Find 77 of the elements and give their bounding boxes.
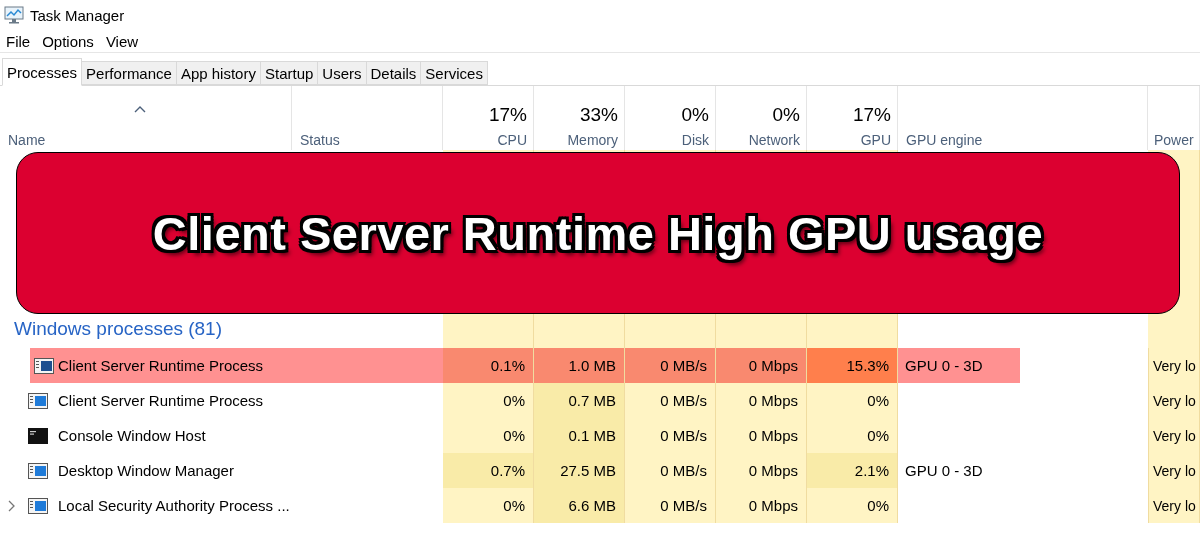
process-row[interactable]: Client Server Runtime Process 0% 0.7 MB 0 MB/s 0 Mbps 0% Very lo <box>0 383 1200 418</box>
table-cell: Very lo <box>1153 497 1196 514</box>
tab[interactable]: Services <box>420 61 488 85</box>
table-cell: 1.0 MB <box>534 348 625 383</box>
table-cell: 0 MB/s <box>625 383 716 418</box>
usage-total: 33% <box>579 104 618 126</box>
table-cell: 0.1 MB <box>534 418 625 453</box>
menu-item[interactable]: Options <box>38 32 98 50</box>
group-header[interactable]: Windows processes (81) <box>0 318 223 340</box>
table-cell: 0 MB/s <box>625 348 716 383</box>
column-header[interactable]: GPU <box>860 132 891 148</box>
table-cell: 0 Mbps <box>716 453 807 488</box>
table-cell: 0% <box>807 383 898 418</box>
table-cell: 0.1% <box>443 348 534 383</box>
column-header[interactable]: Name <box>8 132 285 148</box>
process-name: Client Server Runtime Process <box>58 357 264 374</box>
app-window-icon <box>28 392 48 409</box>
console-icon <box>28 427 48 444</box>
process-name: Desktop Window Manager <box>58 462 234 479</box>
process-row[interactable]: Console Window Host 0% 0.1 MB 0 MB/s 0 Mbps 0% Very lo <box>0 418 1200 453</box>
table-cell: 0.7% <box>443 453 534 488</box>
process-name: Local Security Authority Process ... <box>58 497 290 514</box>
usage-total: 0% <box>681 104 709 126</box>
table-cell: 0 MB/s <box>625 453 716 488</box>
table-cell: Very lo <box>1153 427 1196 444</box>
menu-item[interactable]: View <box>101 32 143 50</box>
process-row[interactable]: Client Server Runtime Process 0.1% 1.0 MB 0 MB/s 0 Mbps 15.3% GPU 0 - 3D Very lo <box>0 348 1200 383</box>
column-header[interactable]: CPU <box>497 132 527 148</box>
table-cell: Very lo <box>1153 462 1196 479</box>
usage-total: 0% <box>772 104 800 126</box>
table-cell: 0 Mbps <box>716 488 807 523</box>
sort-caret-icon[interactable] <box>134 106 146 113</box>
table-cell: Very lo <box>1153 357 1196 374</box>
table-cell: 0% <box>443 488 534 523</box>
column-header[interactable]: GPU engine <box>906 132 1141 148</box>
table-cell: 15.3% <box>807 348 898 383</box>
table-cell: GPU 0 - 3D <box>905 462 983 479</box>
tab[interactable]: Startup <box>259 61 319 85</box>
app-window-icon <box>28 497 48 514</box>
table-cell: 0 Mbps <box>716 383 807 418</box>
table-cell: 0 MB/s <box>625 488 716 523</box>
table-cell: 0% <box>443 418 534 453</box>
column-header[interactable]: Status <box>300 132 436 148</box>
column-header[interactable]: Memory <box>567 132 618 148</box>
expand-chevron-icon[interactable] <box>7 499 15 512</box>
app-window-icon <box>34 357 54 374</box>
usage-total: 17% <box>852 104 891 126</box>
monitor-icon <box>4 6 24 24</box>
process-name: Client Server Runtime Process <box>58 392 264 409</box>
table-cell: 2.1% <box>807 453 898 488</box>
table-cell: 0% <box>443 383 534 418</box>
menu-item[interactable]: File <box>2 32 35 50</box>
app-window-icon <box>28 462 48 479</box>
table-cell: 0 Mbps <box>716 348 807 383</box>
column-header[interactable]: Disk <box>681 132 709 148</box>
tab[interactable]: App history <box>175 61 261 85</box>
table-cell: 6.6 MB <box>534 488 625 523</box>
banner-title: Client Server Runtime High GPU usage <box>152 205 1044 261</box>
table-cell: 0% <box>807 418 898 453</box>
tab[interactable]: Processes <box>2 58 83 86</box>
column-header[interactable]: Power <box>1154 132 1199 148</box>
table-cell: 0.7 MB <box>534 383 625 418</box>
window-title: Task Manager <box>30 6 125 24</box>
table-cell: 0 MB/s <box>625 418 716 453</box>
process-row[interactable]: Desktop Window Manager 0.7% 27.5 MB 0 MB/s 0 Mbps 2.1% GPU 0 - 3D Very lo <box>0 453 1200 488</box>
table-cell: GPU 0 - 3D <box>905 357 983 374</box>
tab[interactable]: Users <box>317 61 367 85</box>
table-cell: 0 Mbps <box>716 418 807 453</box>
process-row[interactable]: Local Security Authority Process ... 0% 6.6 MB 0 MB/s 0 Mbps 0% Very lo <box>0 488 1200 523</box>
table-cell: 0% <box>807 488 898 523</box>
tab[interactable]: Details <box>365 61 422 85</box>
usage-total: 17% <box>488 104 527 126</box>
table-cell: Very lo <box>1153 392 1196 409</box>
tab[interactable]: Performance <box>81 61 177 85</box>
table-cell: 27.5 MB <box>534 453 625 488</box>
process-name: Console Window Host <box>58 427 206 444</box>
column-header[interactable]: Network <box>748 132 800 148</box>
